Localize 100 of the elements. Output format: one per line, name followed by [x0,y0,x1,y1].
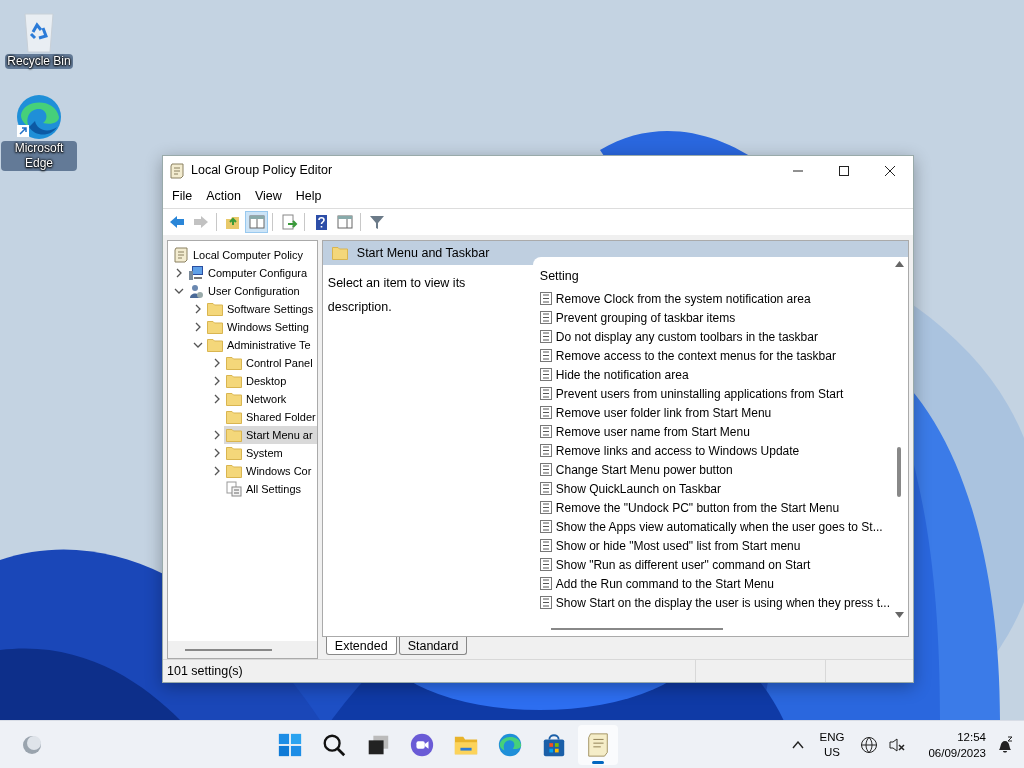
horizontal-scrollbar[interactable] [168,641,317,658]
chevron-down-icon[interactable] [192,341,203,349]
edge-icon [15,93,63,141]
tree-item[interactable]: Windows Cor [224,462,317,480]
tree-item[interactable]: Shared Folder [224,408,317,426]
edge-icon [496,731,523,758]
chevron-down-icon[interactable] [173,287,184,295]
scrollbar-thumb[interactable] [185,648,272,651]
policy-setting-icon [539,520,552,533]
chevron-right-icon[interactable] [212,358,221,368]
folder-icon [226,410,242,424]
setting-item[interactable]: Hide the notification area [555,365,689,384]
folder-icon [226,428,242,442]
globe-icon[interactable] [860,735,879,754]
policy-setting-icon [539,501,552,514]
chevron-right-icon[interactable] [212,466,221,476]
folder-icon [207,338,223,352]
video-chat-icon [408,731,435,758]
notification-bell-icon[interactable] [996,735,1014,754]
chevron-right-icon[interactable] [174,268,183,278]
language-indicator[interactable]: ENG [819,729,845,745]
setting-item[interactable]: Remove Clock from the system notification area [555,289,811,308]
setting-item[interactable]: Show QuickLaunch on Taskbar [555,479,722,498]
chevron-right-icon[interactable] [212,376,221,386]
scrollbar-thumb[interactable] [550,628,723,630]
column-header[interactable]: Setting [539,267,890,289]
chevron-right-icon[interactable] [193,322,202,332]
policy-setting-icon [539,292,552,305]
tree-item[interactable]: Desktop [224,372,317,390]
policy-setting-icon [539,368,552,381]
view-tab[interactable]: Standard [398,637,468,655]
tree-item[interactable]: Network [224,390,317,408]
status-text: 101 setting(s) [166,663,244,680]
tree-item[interactable]: Windows Setting [205,318,317,336]
folder-icon [207,320,223,334]
folder-icon [226,374,242,388]
chevron-right-icon[interactable] [212,448,221,458]
tree-item[interactable]: Software Settings [205,300,317,318]
clock-time[interactable]: 12:54 [957,728,986,745]
tree-item[interactable]: Control Panel [224,354,317,372]
tree-item[interactable]: Local Computer Policy [171,246,317,264]
setting-item[interactable]: Prevent grouping of taskbar items [555,308,736,327]
scroll-down-icon[interactable] [894,612,904,618]
policy-setting-icon [539,558,552,571]
setting-item[interactable]: Show the Apps view automatically when the user goes to St... [555,517,883,536]
policy-setting-icon [539,387,552,400]
folder-icon [331,246,348,260]
setting-item[interactable]: Prevent users from uninstalling applications from Start [555,384,844,403]
setting-item[interactable]: Show or hide "Most used" list from Start menu [555,536,801,555]
setting-item[interactable]: Remove user folder link from Start Menu [555,403,772,422]
folder-icon [226,446,242,460]
clock-date[interactable]: 06/09/2023 [928,744,986,761]
desktop-icon-label[interactable]: Microsoft Edge [1,141,77,171]
setting-item[interactable]: Show Start on the display the user is using when they press t... [555,593,890,612]
policy-setting-icon [539,406,552,419]
computer-icon [188,265,204,281]
policy-setting-icon [539,596,552,609]
folder-icon [226,356,242,370]
chevron-up-icon[interactable] [791,740,804,749]
setting-item[interactable]: Remove user name from Start Menu [555,422,750,441]
windows-logo-icon [276,731,303,758]
user-settings-icon [188,283,204,299]
view-tab[interactable]: Extended [325,637,397,655]
active-indicator [591,760,604,764]
speaker-muted-icon[interactable] [888,735,907,754]
setting-item[interactable]: Remove links and access to Windows Update [555,441,800,460]
menu-item[interactable]: Action [199,186,248,207]
policy-setting-icon [539,577,552,590]
menu-item[interactable]: View [247,186,289,207]
chevron-right-icon[interactable] [212,430,221,440]
menu-item[interactable]: Help [288,186,329,207]
language-indicator[interactable]: US [824,744,840,760]
close-icon [884,164,896,177]
setting-item[interactable]: Change Start Menu power button [555,460,733,479]
tree-item[interactable]: Start Menu ar [224,426,317,444]
policy-setting-icon [539,463,552,476]
setting-item[interactable]: Add the Run command to the Start Menu [555,574,774,593]
pane-heading: Start Menu and Taskbar [356,244,490,262]
policy-setting-icon [539,349,552,362]
tree-item[interactable]: System [224,444,317,462]
scrollbar-thumb[interactable] [897,447,901,497]
policy-setting-icon [539,425,552,438]
scroll-up-icon[interactable] [894,261,904,267]
setting-item[interactable]: Do not display any custom toolbars in the taskbar [555,327,818,346]
setting-item[interactable]: Show "Run as different user" command on Start [555,555,811,574]
policy-setting-icon [539,482,552,495]
scroll-document-icon [169,162,185,179]
chevron-right-icon[interactable] [193,304,202,314]
menu-item[interactable]: File [165,186,200,207]
setting-item[interactable]: Remove access to the context menus for the taskbar [555,346,836,365]
tree-item[interactable]: Computer Configura [186,264,317,282]
setting-item[interactable]: Remove the "Undock PC" button from the Start Menu [555,498,840,517]
policy-setting-icon [539,539,552,552]
tree-item[interactable]: User Configuration [186,282,317,300]
folder-icon [226,392,242,406]
tree-item[interactable]: Administrative Te [205,336,317,354]
tree-item[interactable]: All Settings [224,480,317,498]
show-pane-icon [335,213,354,231]
chevron-right-icon[interactable] [212,394,221,404]
description-text: Select an item to view its description. [327,276,466,314]
